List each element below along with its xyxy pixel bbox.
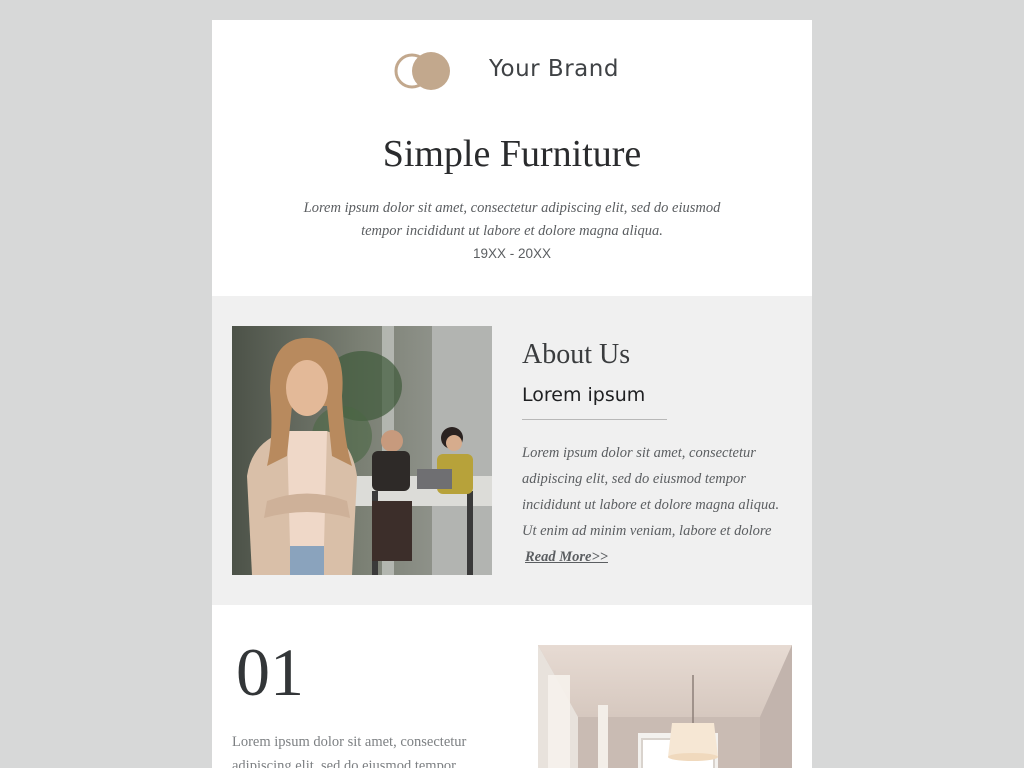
about-subheading: Lorem ipsum (522, 384, 646, 406)
about-photo (232, 326, 492, 575)
intro-text: Lorem ipsum dolor sit amet, consectetur … (303, 200, 721, 239)
about-text: Lorem ipsum dolor sit amet, consectetur … (522, 445, 780, 539)
about-photo-image (232, 326, 492, 575)
room-photo (538, 645, 792, 768)
feature-number: 01 (236, 634, 304, 710)
room-photo-image (538, 645, 792, 768)
email-card: Your Brand Simple Furniture Lorem ipsum … (212, 20, 812, 768)
about-section: About Us Lorem ipsum Lorem ipsum dolor s… (212, 296, 812, 605)
years-label: 19XX - 20XX (472, 246, 552, 261)
brand-name: Your Brand (489, 56, 619, 82)
read-more-link[interactable]: Read More>> (525, 544, 608, 570)
divider (522, 419, 667, 420)
about-heading: About Us (522, 339, 631, 370)
feature-text: Lorem ipsum dolor sit amet, consectetur … (232, 734, 467, 768)
page-title: Simple Furniture (382, 133, 642, 175)
brand-logo-icon (394, 52, 450, 90)
brand-header: Your Brand (212, 50, 812, 92)
